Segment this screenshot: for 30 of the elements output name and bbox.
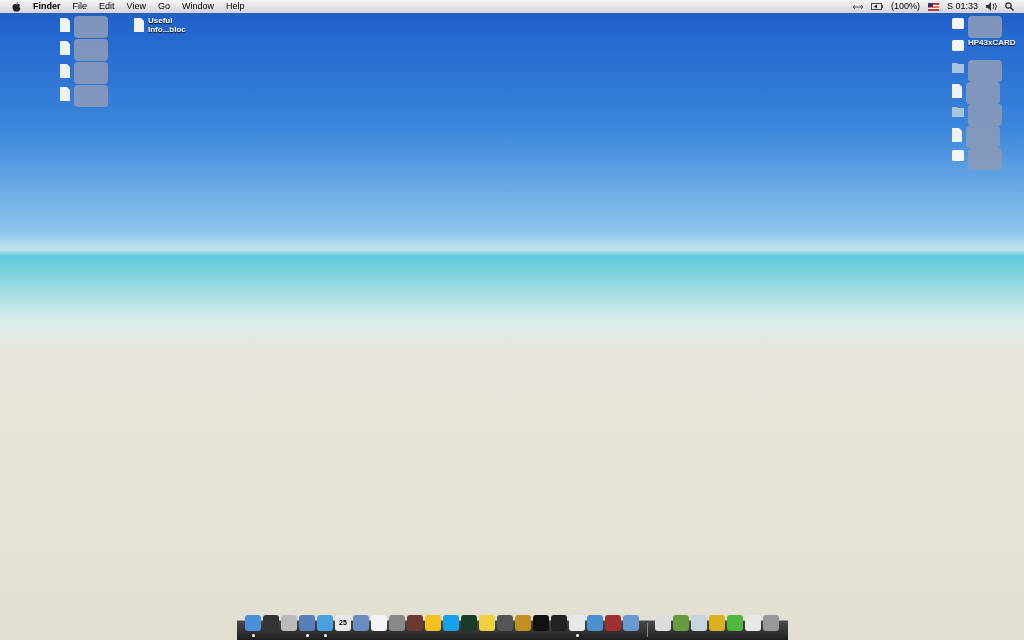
dock-item[interactable] [298,615,316,637]
document-icon[interactable] [134,18,144,32]
apple-icon[interactable] [12,1,21,12]
search-icon[interactable] [1005,2,1014,11]
document-icon[interactable] [952,84,962,98]
menu-item[interactable]: Edit [99,0,115,14]
flag-icon[interactable] [927,2,939,11]
folder-icon[interactable] [952,63,964,73]
menu-item[interactable]: Go [157,0,170,14]
menu-item[interactable]: Finder [33,0,61,14]
document-icon[interactable] [60,41,70,55]
speaker-icon[interactable] [986,2,997,11]
menu-item[interactable]: View [126,0,146,14]
battery-percentage: (100%) [890,0,920,13]
sync-arrows-icon[interactable] [852,3,863,10]
dock-item[interactable] [244,615,262,637]
document-icon[interactable] [952,128,962,142]
dock-item[interactable] [316,615,334,637]
menu-item[interactable]: Help [225,0,245,14]
menu-clock[interactable]: S 01:33 [946,0,978,14]
folder-icon[interactable] [952,107,964,117]
menu-item[interactable]: Window [181,0,214,14]
menu-item[interactable]: File [72,0,88,14]
icon-label: Useful Info...bloc [148,16,187,34]
dock-item[interactable] [568,615,586,637]
battery-icon[interactable] [870,3,883,10]
icon-label: HP43xCARD [968,38,1017,47]
document-icon[interactable] [60,87,70,101]
document-icon[interactable] [60,64,70,78]
document-icon[interactable] [60,18,70,32]
